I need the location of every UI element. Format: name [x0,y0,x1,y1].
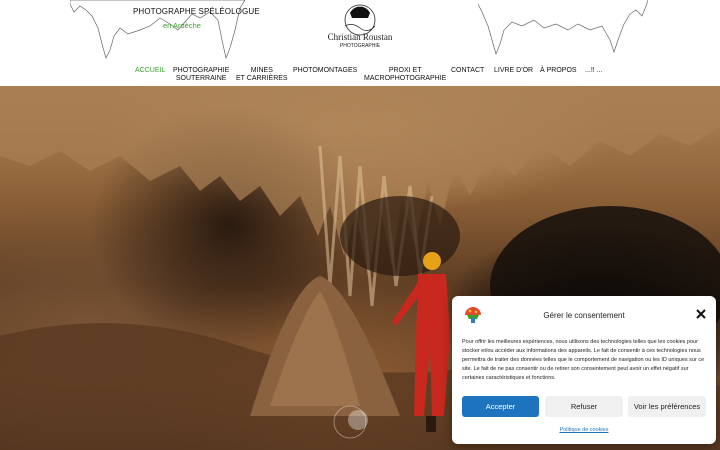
site-tagline-location: en Ardèche [163,21,201,30]
nav-item-a-propos[interactable]: À PROPOS [540,67,577,75]
refuse-button[interactable]: Refuser [545,396,623,417]
nav-item-label-line2: SOUTERRAINE [175,75,227,82]
site-logo[interactable]: Christian Roustan PHOTOGRAPHIE [316,4,404,52]
nav-item-photographie-souterraine[interactable]: PHOTOGRAPHIE SOUTERRAINE [173,67,229,83]
nav-item-label-line2: ET CARRIÈRES [236,75,288,82]
nav-item-accueil[interactable]: ACCUEIL [135,67,165,75]
cookie-dialog-title: Gérer le consentement [543,311,625,320]
cookie-policy-link[interactable]: Politique de cookies [452,427,716,433]
nav-item-more[interactable]: ...!! ... [585,67,603,75]
close-icon[interactable] [695,308,707,320]
nav-item-contact[interactable]: CONTACT [451,67,484,75]
main-navigation: ACCUEIL PHOTOGRAPHIE SOUTERRAINE MINES E… [0,65,720,83]
nav-item-photomontages[interactable]: PHOTOMONTAGES [293,67,357,75]
nav-item-label: PROXI ET [388,67,422,74]
logo-watermark [333,405,368,439]
stalactite-right-decoration [478,0,648,56]
nav-item-label: LIVRE D'OR [494,67,534,74]
nav-item-livre-d-or[interactable]: LIVRE D'OR [494,67,533,75]
nav-item-label: ...!! ... [585,67,603,74]
nav-item-label-line2: MACROPHOTOGRAPHIE [364,75,447,82]
nav-item-label: À PROPOS [540,67,577,74]
nav-item-label: MINES [250,67,273,74]
cookie-consent-dialog: Gérer le consentement Pour offrir les me… [452,296,716,444]
nav-item-label: PHOTOMONTAGES [293,67,358,74]
site-tagline: PHOTOGRAPHE SPÉLÉOLOGUE [133,7,260,16]
nav-item-proxi-et-macrophotographie[interactable]: PROXI ET MACROPHOTOGRAPHIE [364,67,446,83]
accept-button[interactable]: Accepter [462,396,539,417]
nav-item-label: PHOTOGRAPHIE [173,67,230,74]
nav-item-label: CONTACT [451,67,485,74]
nav-item-label: ACCUEIL [135,67,166,74]
nav-item-mines-et-carrieres[interactable]: MINES ET CARRIÈRES [236,67,288,83]
logo-name: Christian Roustan [328,32,393,42]
site-header: PHOTOGRAPHE SPÉLÉOLOGUE en Ardèche Chris… [0,0,720,86]
view-preferences-button[interactable]: Voir les préférences [628,396,706,417]
cookie-dialog-text: Pour offrir les meilleures expériences, … [462,339,705,381]
logo-subtitle: PHOTOGRAPHIE [340,43,381,49]
